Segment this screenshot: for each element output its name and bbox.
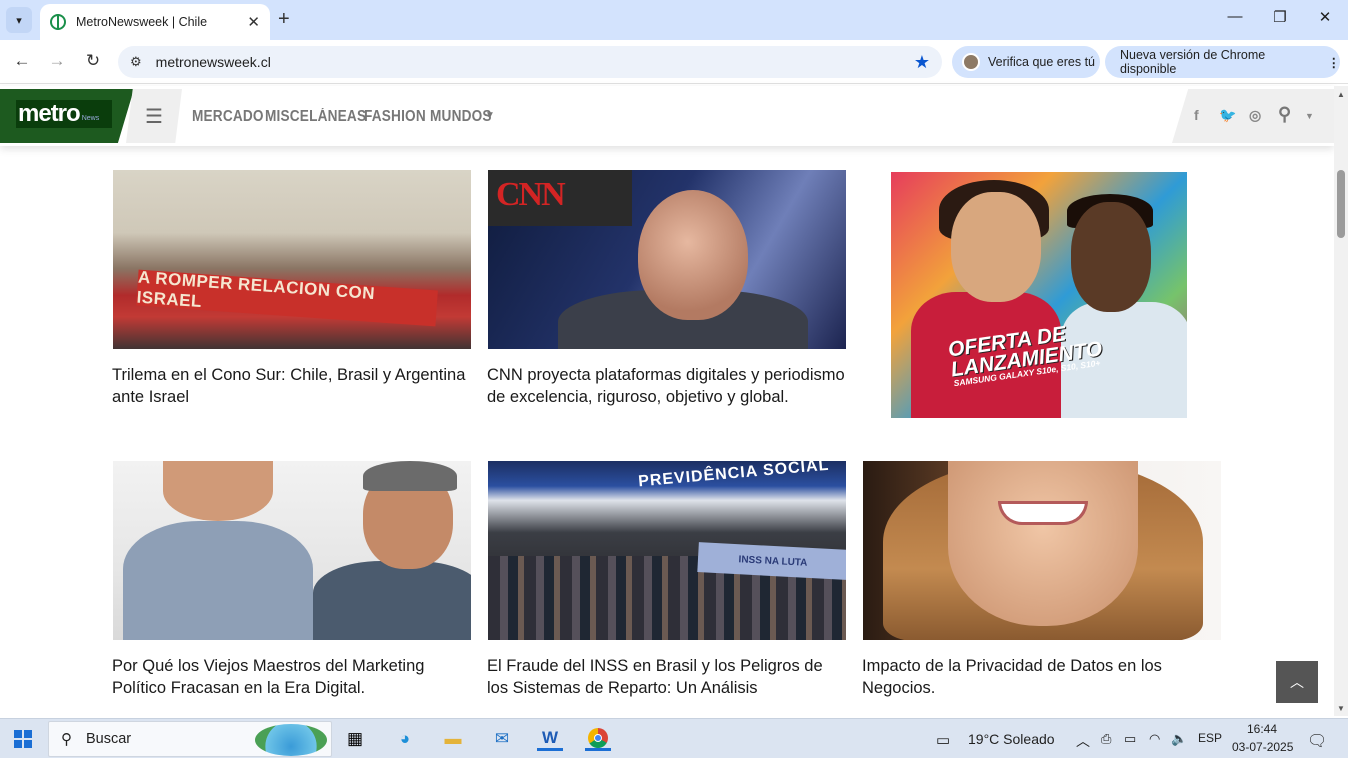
site-header: metro News ☰ MERCADO MISCELÁNEAS FASHION… bbox=[0, 86, 1334, 146]
word-icon[interactable]: W bbox=[537, 727, 563, 751]
update-chip-label: Nueva versión de Chrome disponible bbox=[1120, 48, 1266, 76]
ad-person-right-face bbox=[1071, 202, 1151, 312]
article-image-inss[interactable]: PREVIDÊNCIA SOCIAL INSS NA LUTA bbox=[488, 461, 846, 640]
volume-icon[interactable]: 🔈 bbox=[1171, 731, 1187, 747]
clock-time[interactable]: 16:44 bbox=[1247, 722, 1277, 736]
more-options-icon[interactable]: ⋮ bbox=[1328, 55, 1341, 70]
meet-icon[interactable]: ⎙ bbox=[1101, 731, 1111, 747]
show-hidden-icons-icon[interactable]: ︿ bbox=[1076, 731, 1090, 751]
windows-start-button[interactable] bbox=[14, 730, 32, 748]
new-tab-button[interactable]: + bbox=[278, 8, 290, 31]
battery-icon[interactable]: ▭ bbox=[1124, 731, 1136, 747]
article-title[interactable]: Por Qué los Viejos Maestros del Marketin… bbox=[112, 656, 472, 699]
edge-icon[interactable]: ◕ bbox=[392, 727, 418, 751]
windows-taskbar: ⚲ Buscar ▦ ◕ ▬ ✉ W ▭ 19°C Soleado ︿ ⎙ ▭ … bbox=[0, 718, 1348, 758]
cnn-logo-text: CNN bbox=[496, 176, 566, 213]
taskbar-search-label: Buscar bbox=[86, 731, 132, 747]
avatar bbox=[962, 53, 980, 71]
scroll-down-arrow-icon[interactable]: ▼ bbox=[1337, 704, 1345, 713]
nav-fashion[interactable]: FASHION bbox=[364, 108, 426, 126]
man-right-body bbox=[313, 561, 471, 640]
tab-strip: ▾ MetroNewsweek | Chile ✕ + — ❐ ✕ bbox=[0, 0, 1348, 40]
previdencia-sign: PREVIDÊNCIA SOCIAL bbox=[637, 461, 830, 491]
search-icon: ⚲ bbox=[61, 731, 72, 748]
update-chrome-chip[interactable]: Nueva versión de Chrome disponible ⋮ bbox=[1105, 46, 1340, 78]
article-title[interactable]: Impacto de la Privacidad de Datos en los… bbox=[862, 656, 1222, 699]
notifications-icon[interactable]: 🗨 bbox=[1307, 731, 1327, 751]
scrollbar-thumb[interactable] bbox=[1337, 170, 1345, 238]
tab-search-button[interactable]: ▾ bbox=[6, 7, 32, 33]
file-explorer-icon[interactable]: ▬ bbox=[440, 727, 466, 751]
wifi-icon[interactable]: ◠ bbox=[1149, 731, 1160, 747]
mundos-dropdown-icon[interactable]: ▼ bbox=[485, 110, 495, 121]
close-window-button[interactable]: ✕ bbox=[1310, 8, 1340, 26]
person-face bbox=[638, 190, 748, 320]
chrome-icon[interactable] bbox=[585, 727, 611, 751]
browser-toolbar: ← → ↻ ⚙ metronewsweek.cl ★ Verifica que … bbox=[0, 40, 1348, 84]
logo-subtext: News bbox=[81, 114, 100, 122]
task-view-icon[interactable]: ▦ bbox=[342, 727, 368, 751]
article-image-two-men[interactable] bbox=[113, 461, 471, 640]
scroll-up-arrow-icon[interactable]: ▲ bbox=[1337, 90, 1345, 99]
logo-text: metro bbox=[18, 100, 81, 127]
man-right-hair bbox=[363, 461, 457, 491]
article-image-cnn[interactable]: CNN bbox=[488, 170, 846, 349]
site-logo[interactable]: metro News bbox=[16, 100, 112, 128]
language-indicator[interactable]: ESP bbox=[1198, 731, 1222, 745]
protest-banner: A ROMPER RELACION CON ISRAEL bbox=[136, 268, 438, 327]
man-left-body bbox=[123, 521, 313, 640]
hamburger-icon: ☰ bbox=[145, 105, 163, 128]
verify-chip[interactable]: Verifica que eres tú bbox=[952, 46, 1100, 78]
article-title[interactable]: Trilema en el Cono Sur: Chile, Brasil y … bbox=[112, 365, 472, 408]
nav-mercado[interactable]: MERCADO bbox=[192, 108, 264, 126]
article-image-protest[interactable]: A ROMPER RELACION CON ISRAEL bbox=[113, 170, 471, 349]
chevron-up-icon: ︿ bbox=[1290, 674, 1304, 690]
instagram-icon[interactable]: ◎ bbox=[1249, 107, 1261, 124]
article-title[interactable]: El Fraude del INSS en Brasil y los Pelig… bbox=[487, 656, 847, 699]
weather-text[interactable]: 19°C Soleado bbox=[968, 731, 1055, 747]
back-to-top-button[interactable]: ︿ bbox=[1276, 661, 1318, 703]
mail-icon[interactable]: ✉ bbox=[489, 727, 515, 751]
back-button[interactable]: ← bbox=[12, 51, 32, 71]
twitter-icon[interactable]: 🐦 bbox=[1219, 107, 1236, 124]
minimize-button[interactable]: — bbox=[1220, 8, 1250, 25]
taskbar-search-box[interactable]: ⚲ Buscar bbox=[48, 721, 332, 757]
clock-date[interactable]: 03-07-2025 bbox=[1232, 740, 1293, 754]
search-dropdown-icon[interactable]: ▼ bbox=[1305, 111, 1314, 121]
active-tab[interactable]: MetroNewsweek | Chile ✕ bbox=[40, 4, 270, 40]
samsung-ad[interactable]: OFERTA DE LANZAMIENTO SAMSUNG GALAXY S10… bbox=[891, 172, 1187, 418]
address-bar[interactable]: ⚙ metronewsweek.cl ★ bbox=[118, 46, 942, 78]
forward-button[interactable]: → bbox=[47, 51, 67, 71]
menu-toggle[interactable]: ☰ bbox=[126, 89, 182, 143]
globe-favicon-icon bbox=[50, 14, 66, 30]
bookmark-star-icon[interactable]: ★ bbox=[914, 52, 930, 73]
man-left-face bbox=[163, 461, 273, 521]
verify-chip-label: Verifica que eres tú bbox=[988, 55, 1096, 69]
tab-title: MetroNewsweek | Chile bbox=[76, 15, 208, 29]
facebook-icon[interactable]: f bbox=[1194, 107, 1199, 123]
woman-smile bbox=[998, 501, 1088, 525]
article-image-woman[interactable] bbox=[863, 461, 1221, 640]
cnn-sign: CNN bbox=[488, 170, 632, 226]
site-info-icon[interactable]: ⚙ bbox=[130, 54, 142, 70]
nav-miscelaneas[interactable]: MISCELÁNEAS bbox=[265, 108, 366, 126]
woman-face bbox=[948, 461, 1138, 626]
url-text[interactable]: metronewsweek.cl bbox=[156, 54, 914, 70]
tab-close-icon[interactable]: ✕ bbox=[247, 13, 260, 31]
reload-button[interactable]: ↻ bbox=[83, 51, 103, 71]
restore-button[interactable]: ❐ bbox=[1265, 8, 1295, 26]
search-highlight-art bbox=[255, 724, 327, 756]
nav-mundos[interactable]: MUNDOS bbox=[430, 108, 492, 126]
search-icon[interactable]: ⚲ bbox=[1278, 104, 1291, 125]
weather-icon[interactable]: ▭ bbox=[936, 731, 950, 749]
ad-person-left-face bbox=[951, 192, 1041, 302]
article-title[interactable]: CNN proyecta plataformas digitales y per… bbox=[487, 365, 847, 408]
